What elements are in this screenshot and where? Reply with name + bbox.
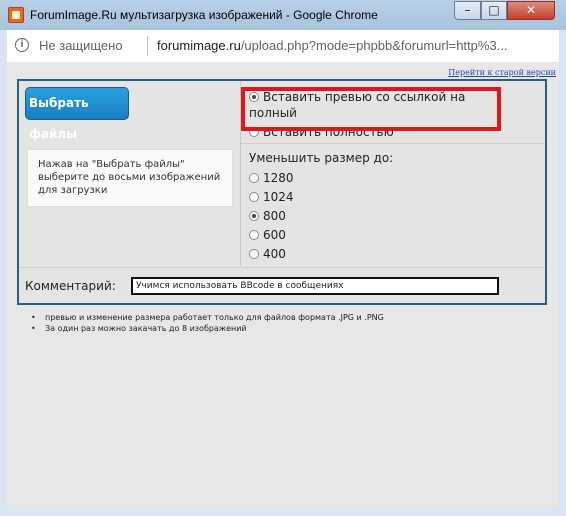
choose-files-button[interactable]: Выбрать файлы xyxy=(25,87,129,141)
highlight-annotation-box xyxy=(241,87,501,131)
options-divider xyxy=(241,143,545,144)
upload-left-column: Выбрать файлы Нажав на "Выбрать файлы" в… xyxy=(19,81,241,266)
notes-list: превью и изменение размера работает толь… xyxy=(31,312,384,334)
resize-label: Уменьшить размер до: xyxy=(249,151,394,165)
comment-label: Комментарий: xyxy=(25,279,116,293)
radio-size-800[interactable] xyxy=(249,211,259,221)
radio-size-400[interactable] xyxy=(249,249,259,259)
url-host: forumimage.ru xyxy=(157,38,241,53)
address-separator xyxy=(147,36,148,56)
url-text[interactable]: forumimage.ru/upload.php?mode=phpbb&foru… xyxy=(157,38,508,53)
size-option-400[interactable]: 400 xyxy=(249,247,286,261)
old-version-link[interactable]: Перейти к старой версии xyxy=(448,68,556,77)
size-option-1280[interactable]: 1280 xyxy=(249,171,294,185)
comment-row: Комментарий: Учимся использовать BBcode … xyxy=(19,269,545,303)
close-button[interactable]: ✕ xyxy=(507,1,555,20)
title-bar: ForumImage.Ru мультизагрузка изображений… xyxy=(0,0,566,30)
size-option-600[interactable]: 600 xyxy=(249,228,286,242)
radio-size-1280[interactable] xyxy=(249,173,259,183)
site-favicon-icon xyxy=(8,7,24,23)
size-option-1024[interactable]: 1024 xyxy=(249,190,294,204)
address-bar[interactable]: i Не защищено forumimage.ru/upload.php?m… xyxy=(7,30,559,63)
maximize-button[interactable]: □ xyxy=(481,1,507,20)
upload-hint: Нажав на "Выбрать файлы" выберите до вос… xyxy=(27,149,233,207)
size-label-400: 400 xyxy=(263,247,286,261)
size-label-800: 800 xyxy=(263,209,286,223)
info-icon[interactable]: i xyxy=(15,38,29,52)
window-title: ForumImage.Ru мультизагрузка изображений… xyxy=(30,8,378,22)
size-label-1280: 1280 xyxy=(263,171,294,185)
comment-divider xyxy=(19,267,545,268)
security-label[interactable]: Не защищено xyxy=(39,38,123,53)
note-item: За один раз можно закачать до 8 изображе… xyxy=(31,323,384,334)
comment-input[interactable]: Учимся использовать BBcode в сообщениях xyxy=(131,277,499,295)
size-option-800[interactable]: 800 xyxy=(249,209,286,223)
radio-size-600[interactable] xyxy=(249,230,259,240)
url-path: /upload.php?mode=phpbb&forumurl=http%3..… xyxy=(240,38,508,53)
note-item: превью и изменение размера работает толь… xyxy=(31,312,384,323)
minimize-button[interactable]: – xyxy=(454,1,481,20)
size-label-1024: 1024 xyxy=(263,190,294,204)
radio-size-1024[interactable] xyxy=(249,192,259,202)
size-label-600: 600 xyxy=(263,228,286,242)
